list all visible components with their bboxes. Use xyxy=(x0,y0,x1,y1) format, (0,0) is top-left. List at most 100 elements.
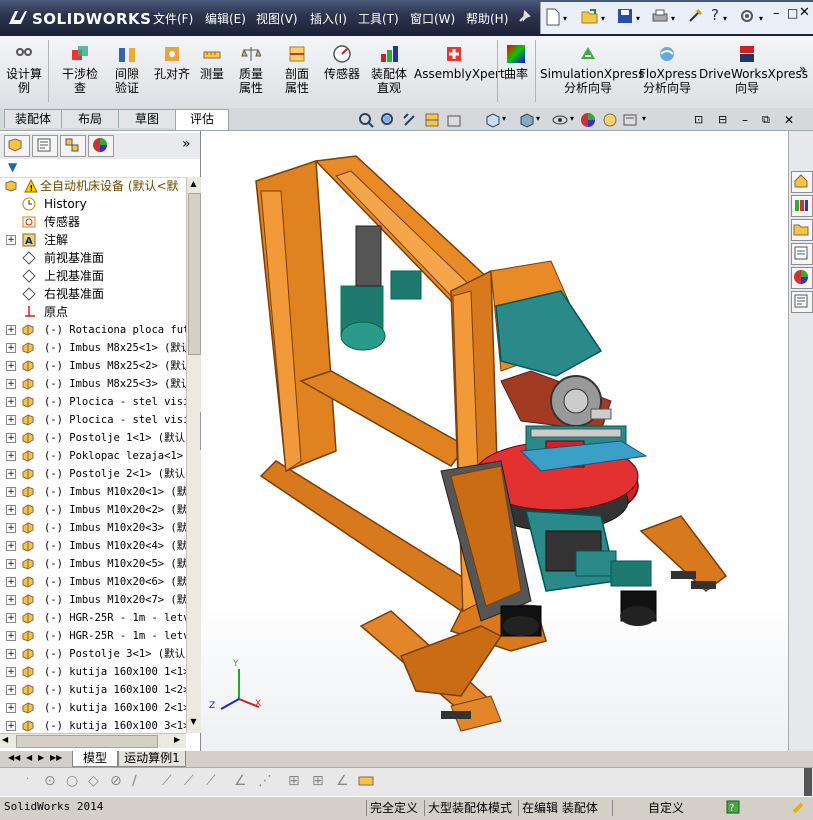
solidworks-resources-icon[interactable] xyxy=(791,171,813,193)
tab-sketch[interactable]: 草图 xyxy=(118,109,176,128)
tree-item[interactable]: + (-) Imbus M10x20<2> (默 xyxy=(0,501,186,519)
status-units[interactable]: 自定义 xyxy=(612,800,719,816)
new-dropdown-icon[interactable]: ▾ xyxy=(563,14,567,23)
tab-motion-study[interactable]: 运动算例1 xyxy=(118,751,186,767)
driveworksxpress-button[interactable]: DriveWorksXpress 向导 xyxy=(698,38,808,104)
print-icon[interactable] xyxy=(651,8,669,27)
tree-expand-icon[interactable]: + xyxy=(6,523,16,533)
tree-expand-icon[interactable]: + xyxy=(6,487,16,497)
menu-view[interactable]: 视图(V) xyxy=(256,10,298,27)
tree-item[interactable]: + (-) HGR-25R - 1m - letv xyxy=(0,609,186,627)
curvature-button[interactable]: 曲率 xyxy=(500,38,532,104)
tree-item[interactable]: + (-) Imbus M8x25<1> (默认 xyxy=(0,339,186,357)
trim-icon[interactable]: ⟋ xyxy=(162,773,172,789)
tree-item[interactable]: + (-) kutija 160x100 2<1> xyxy=(0,699,186,717)
help-dropdown-icon[interactable]: ▾ xyxy=(723,14,727,23)
design-study-button[interactable]: 设计算例 xyxy=(4,38,44,104)
tree-item[interactable]: + (-) Imbus M10x20<1> (默 xyxy=(0,483,186,501)
center-circle-icon[interactable]: ○ xyxy=(66,773,78,789)
hide-show-dropdown-icon[interactable]: ▾ xyxy=(570,114,574,123)
tree-item[interactable]: + (-) Postolje 1<1> (默认 xyxy=(0,429,186,447)
tree-expand-icon[interactable]: + xyxy=(6,703,16,713)
solidworks-logo[interactable]: SOLIDWORKS xyxy=(6,8,151,30)
tree-item[interactable]: + (-) HGR-25R - 1m - letv xyxy=(0,627,186,645)
scroll-right-arrow-icon[interactable]: ▶ xyxy=(174,735,180,744)
scroll-down-arrow-icon[interactable]: ▼ xyxy=(188,717,199,728)
minimize-button[interactable]: – xyxy=(773,6,780,21)
assembly-visualization-button[interactable]: 装配体直观 xyxy=(366,38,412,104)
grid-icon[interactable]: ⊞ xyxy=(312,773,324,789)
displaymanager-tab-icon[interactable] xyxy=(88,135,114,157)
dimension-icon[interactable]: ⊞ xyxy=(288,773,300,789)
tree-expand-icon[interactable]: + xyxy=(6,235,16,245)
propertymanager-tab-icon[interactable] xyxy=(32,135,58,157)
extend-icon[interactable]: ⟋ xyxy=(184,773,194,789)
tree-item[interactable]: + (-) Imbus M10x20<6> (默 xyxy=(0,573,186,591)
tree-item[interactable]: + (-) Imbus M10x20<3> (默 xyxy=(0,519,186,537)
graphics-area[interactable]: Y X Z xyxy=(201,131,788,751)
no-entity-icon[interactable]: ⊘ xyxy=(110,773,122,789)
tree-item[interactable]: 传感器 xyxy=(0,213,186,231)
save-icon[interactable] xyxy=(617,8,633,27)
tree-expand-icon[interactable]: + xyxy=(6,505,16,515)
options-icon[interactable] xyxy=(739,8,755,27)
tree-expand-icon[interactable]: + xyxy=(6,451,16,461)
tree-expand-icon[interactable]: + xyxy=(6,577,16,587)
tree-root-assembly[interactable]: ! 全自动机床设备 (默认<默 xyxy=(0,177,186,195)
tree-expand-icon[interactable]: + xyxy=(6,343,16,353)
help-icon[interactable]: ? xyxy=(711,6,719,24)
hscroll-thumb[interactable] xyxy=(16,735,158,748)
tree-item[interactable]: + (-) Imbus M8x25<2> (默认 xyxy=(0,357,186,375)
display-style-dropdown-icon[interactable]: ▾ xyxy=(536,114,540,123)
tree-horizontal-scrollbar[interactable]: ◀ ▶ xyxy=(0,733,186,748)
dynamic-annotation-icon[interactable] xyxy=(446,112,462,128)
options-dropdown-icon[interactable]: ▾ xyxy=(759,14,763,23)
edit-appearance-icon[interactable] xyxy=(580,112,596,128)
tab-scroll-left-one-icon[interactable]: ◀ xyxy=(26,753,32,762)
tree-item[interactable]: + (-) Poklopac lezaja<1> xyxy=(0,447,186,465)
smart-dimension-icon[interactable] xyxy=(358,774,374,791)
tree-expand-icon[interactable]: + xyxy=(6,613,16,623)
tab-assembly[interactable]: 装配体 xyxy=(4,109,62,128)
tab-scroll-left-icon[interactable]: ◀◀ xyxy=(8,753,20,762)
save-dropdown-icon[interactable]: ▾ xyxy=(636,14,640,23)
previous-view-icon[interactable] xyxy=(402,112,418,128)
tree-item[interactable]: + (-) kutija 160x100 1<2> xyxy=(0,681,186,699)
tree-filter-row[interactable]: ▼ xyxy=(0,159,200,178)
restore-button[interactable]: □ xyxy=(787,6,798,20)
menu-insert[interactable]: 插入(I) xyxy=(310,10,347,27)
file-explorer-icon[interactable] xyxy=(791,219,813,241)
menu-window[interactable]: 窗口(W) xyxy=(410,10,455,27)
pin-icon[interactable] xyxy=(516,9,532,28)
zoom-to-area-icon[interactable] xyxy=(380,112,396,128)
tile-vertical-icon[interactable]: ⊟ xyxy=(718,113,727,126)
tree-item[interactable]: 上视基准面 xyxy=(0,267,186,285)
doc-minimize-button[interactable]: – xyxy=(742,113,748,127)
point-icon[interactable]: · xyxy=(26,774,29,785)
view-settings-dropdown-icon[interactable]: ▾ xyxy=(642,114,646,123)
tree-expand-icon[interactable]: + xyxy=(6,379,16,389)
tree-item[interactable]: + (-) Plocica - stel visi xyxy=(0,411,186,429)
tree-expand-icon[interactable]: + xyxy=(6,361,16,371)
featuremanager-tab-icon[interactable] xyxy=(4,135,30,157)
tree-item[interactable]: + (-) Imbus M10x20<5> (默 xyxy=(0,555,186,573)
interference-check-button[interactable]: 干涉检查 xyxy=(56,38,104,104)
tree-expand-icon[interactable]: + xyxy=(6,469,16,479)
new-document-icon[interactable] xyxy=(545,8,561,29)
close-button[interactable]: ✕ xyxy=(799,5,810,20)
assembly-model-render[interactable] xyxy=(201,131,788,751)
tree-item[interactable]: History xyxy=(0,195,186,213)
circle-icon[interactable]: ⊙ xyxy=(44,773,56,789)
tile-horizontal-icon[interactable]: ⊡ xyxy=(694,113,703,126)
section-view-icon[interactable] xyxy=(424,112,440,128)
tree-expand-icon[interactable]: + xyxy=(6,649,16,659)
doc-close-button[interactable]: ✕ xyxy=(784,113,794,127)
toolbar-grip[interactable] xyxy=(804,768,812,796)
view-orientation-icon[interactable] xyxy=(484,112,500,128)
view-palette-icon[interactable] xyxy=(791,243,813,265)
scroll-up-arrow-icon[interactable]: ▲ xyxy=(188,179,199,190)
tree-expand-icon[interactable]: + xyxy=(6,685,16,695)
hole-alignment-button[interactable]: 孔对齐 xyxy=(150,38,194,104)
tree-vertical-scrollbar[interactable]: ▲ ▼ xyxy=(186,177,201,733)
sketch-text-icon[interactable]: ⋰ xyxy=(258,773,272,789)
